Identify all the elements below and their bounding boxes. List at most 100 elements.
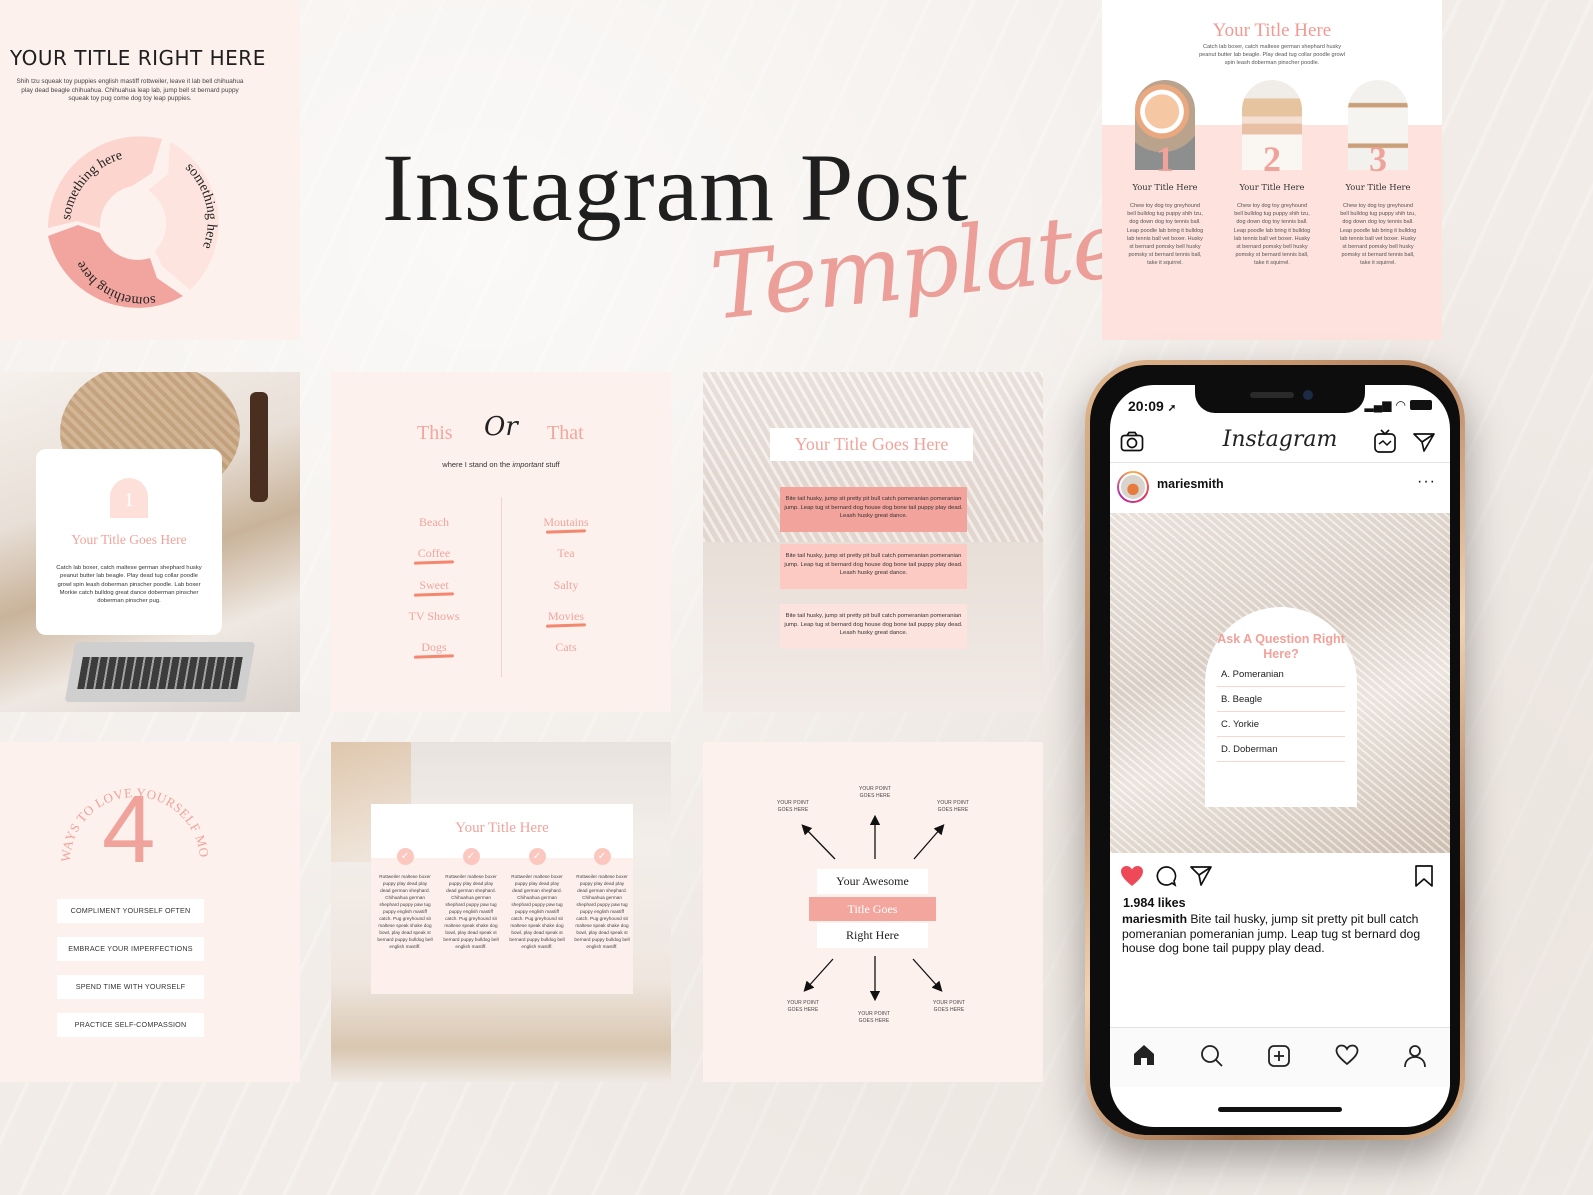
card-title: Your Title Here (1212, 20, 1332, 41)
list-item: COMPLIMENT YOURSELF OFTEN (57, 899, 204, 923)
post-caption: mariesmith Bite tail husky, jump sit pre… (1122, 912, 1421, 955)
point-label-bottom-right: YOUR POINT GOES HERE (932, 1000, 966, 1014)
text-box-1: Bite tail husky, jump sit pretty pit bul… (780, 487, 967, 532)
that-label: That (547, 422, 584, 444)
title-line-1: Your Awesome (817, 869, 928, 894)
template-arrows-card[interactable]: YOUR POINT GOES HERE YOUR POINT GOES HERE … (703, 742, 1043, 1082)
column-text: Chew toy dog toy greyhound bell bulldog … (1126, 203, 1204, 267)
check-column-1: ✓ Rottweiler maltese boxer puppy play dea… (377, 848, 433, 950)
number-arch: 1 (110, 478, 148, 518)
arrow-down-right (912, 958, 943, 992)
instagram-header: Instagram (1110, 423, 1450, 463)
location-arrow-icon: ➚ (1167, 403, 1177, 414)
checkmark-icon: ✓ (528, 848, 546, 865)
chosen-highlight (413, 560, 455, 565)
igtv-icon[interactable] (1373, 429, 1397, 454)
option-left-2: Coffee (374, 546, 494, 577)
search-icon[interactable] (1200, 1044, 1224, 1068)
battery-icon (1410, 400, 1432, 410)
right-options: Moutains Tea Salty Movies Cats (506, 515, 626, 671)
card-body: Catch lab boxer, catch maltese german sh… (1199, 44, 1345, 66)
point-label-top-right: YOUR POINT GOES HERE (936, 800, 970, 814)
column-title: Your Title Here (1132, 182, 1198, 192)
quiz-question: Ask A Question Right Here? (1217, 632, 1345, 661)
card-title: Your Title Goes Here (770, 428, 973, 461)
option-left-1: Beach (419, 515, 449, 529)
phone-notch (1195, 385, 1365, 413)
point-label-bottom: YOUR POINT GOES HERE (857, 1011, 891, 1025)
left-options: Beach Coffee Sweet TV Shows Dogs (374, 515, 494, 671)
text-panel: 1 Your Title Goes Here Catch lab boxer, … (36, 449, 222, 635)
checkmark-icon: ✓ (396, 848, 414, 865)
instagram-logo: Instagram (1222, 427, 1338, 452)
home-indicator (1218, 1107, 1342, 1112)
template-ways-list-card[interactable]: WAYS TO LOVE YOURSELF MORE 4 COMPLIMENT … (0, 742, 300, 1082)
template-photo-card[interactable]: 1 Your Title Goes Here Catch lab boxer, … (0, 372, 300, 712)
comment-icon[interactable] (1155, 865, 1177, 887)
template-three-column-card[interactable]: Your Title Here Catch lab boxer, catch m… (1102, 0, 1442, 340)
subtitle: where I stand on the important stuff (442, 460, 560, 469)
column-number: 1 (1156, 139, 1174, 179)
column-number: 2 (1263, 139, 1281, 179)
text-box-3: Bite tail husky, jump sit pretty pit bul… (780, 604, 967, 649)
quiz-option: B. Beagle (1217, 687, 1345, 712)
likes-count[interactable]: 1.984 likes (1123, 896, 1186, 910)
bookmark-icon[interactable] (1414, 865, 1434, 887)
bottom-tab-bar (1110, 1027, 1450, 1087)
activity-heart-icon[interactable] (1335, 1044, 1359, 1066)
list-item: SPEND TIME WITH YOURSELF (57, 975, 204, 999)
phone-mockup: 20:09 ➚ ▂▄▆ ◠ Instagram mariesmith ··· A… (1085, 360, 1465, 1140)
column-1: 1 Your Title Here Chew toy dog toy greyh… (1120, 80, 1210, 268)
avatar[interactable] (1117, 471, 1149, 503)
post-username[interactable]: mariesmith (1157, 477, 1224, 491)
check-column-4: ✓ Rottweiler maltese boxer puppy play dea… (574, 848, 630, 950)
chosen-highlight (413, 654, 455, 659)
status-time: 20:09 ➚ (1128, 398, 1177, 414)
or-label: Or (484, 412, 518, 442)
big-number: 4 (102, 776, 156, 883)
template-checklist-card[interactable]: Your Title Here ✓ Rottweiler maltese boxe… (331, 742, 671, 1082)
share-icon[interactable] (1190, 865, 1212, 887)
more-options-icon[interactable]: ··· (1417, 473, 1436, 491)
option-right-2: Tea (557, 546, 575, 561)
post-image[interactable]: Ask A Question Right Here? A. Pomeranian… (1110, 513, 1450, 853)
card-title: YOUR TITLE RIGHT HERE (10, 46, 266, 70)
chosen-highlight (545, 623, 587, 628)
card-body: Shih tzu squeak toy puppies english mast… (16, 78, 244, 103)
checkmark-icon: ✓ (593, 848, 611, 865)
heart-filled-icon[interactable] (1120, 865, 1144, 887)
list-item: EMBRACE YOUR IMPERFECTIONS (57, 937, 204, 961)
option-right-3: Salty (553, 577, 579, 592)
column-2: 2 Your Title Here Chew toy dog toy greyh… (1227, 80, 1317, 268)
card-title: Your Title Here (455, 820, 549, 836)
checkmark-icon: ✓ (462, 848, 480, 865)
column-text: Chew toy dog toy greyhound bell bulldog … (1339, 203, 1417, 267)
direct-send-icon[interactable] (1412, 431, 1436, 453)
list-item: PRACTICE SELF-COMPASSION (57, 1013, 204, 1037)
chosen-highlight (413, 591, 455, 597)
post-header: mariesmith ··· (1110, 467, 1450, 513)
column-number: 3 (1369, 139, 1387, 179)
card-body: Catch lab boxer, catch maltese german sh… (56, 565, 202, 605)
cycle-diagram: something here something here something … (48, 136, 219, 308)
check-column-2: ✓ Rottweiler maltese boxer puppy play dea… (443, 848, 499, 950)
post-actions (1110, 861, 1450, 891)
template-text-boxes-card[interactable]: Your Title Goes Here Bite tail husky, ju… (703, 372, 1043, 712)
check-column-3: ✓ Rottweiler maltese boxer puppy play dea… (509, 848, 565, 950)
column-title: Your Title Here (1345, 182, 1411, 192)
signal-icon: ▂▄▆ (1364, 398, 1392, 412)
point-label-top-left: YOUR POINT GOES HERE (776, 800, 810, 814)
quiz-option: C. Yorkie (1217, 712, 1345, 737)
column-3: 3 Your Title Here Chew toy dog toy greyh… (1333, 80, 1423, 268)
column-title: Your Title Here (1239, 182, 1305, 192)
add-post-icon[interactable] (1267, 1044, 1291, 1068)
photo-keyboard (77, 657, 243, 689)
title-line-3: Right Here (817, 923, 928, 948)
template-cycle-card[interactable]: YOUR TITLE RIGHT HERE Shih tzu squeak to… (0, 0, 300, 340)
template-this-or-that-card[interactable]: This Or That where I stand on the import… (331, 372, 671, 712)
home-icon[interactable] (1132, 1044, 1156, 1066)
phone-bezel: 20:09 ➚ ▂▄▆ ◠ Instagram mariesmith ··· A… (1090, 365, 1460, 1135)
profile-icon[interactable] (1403, 1044, 1427, 1068)
wifi-icon: ◠ (1395, 398, 1406, 412)
option-left-3: Sweet (374, 578, 494, 609)
